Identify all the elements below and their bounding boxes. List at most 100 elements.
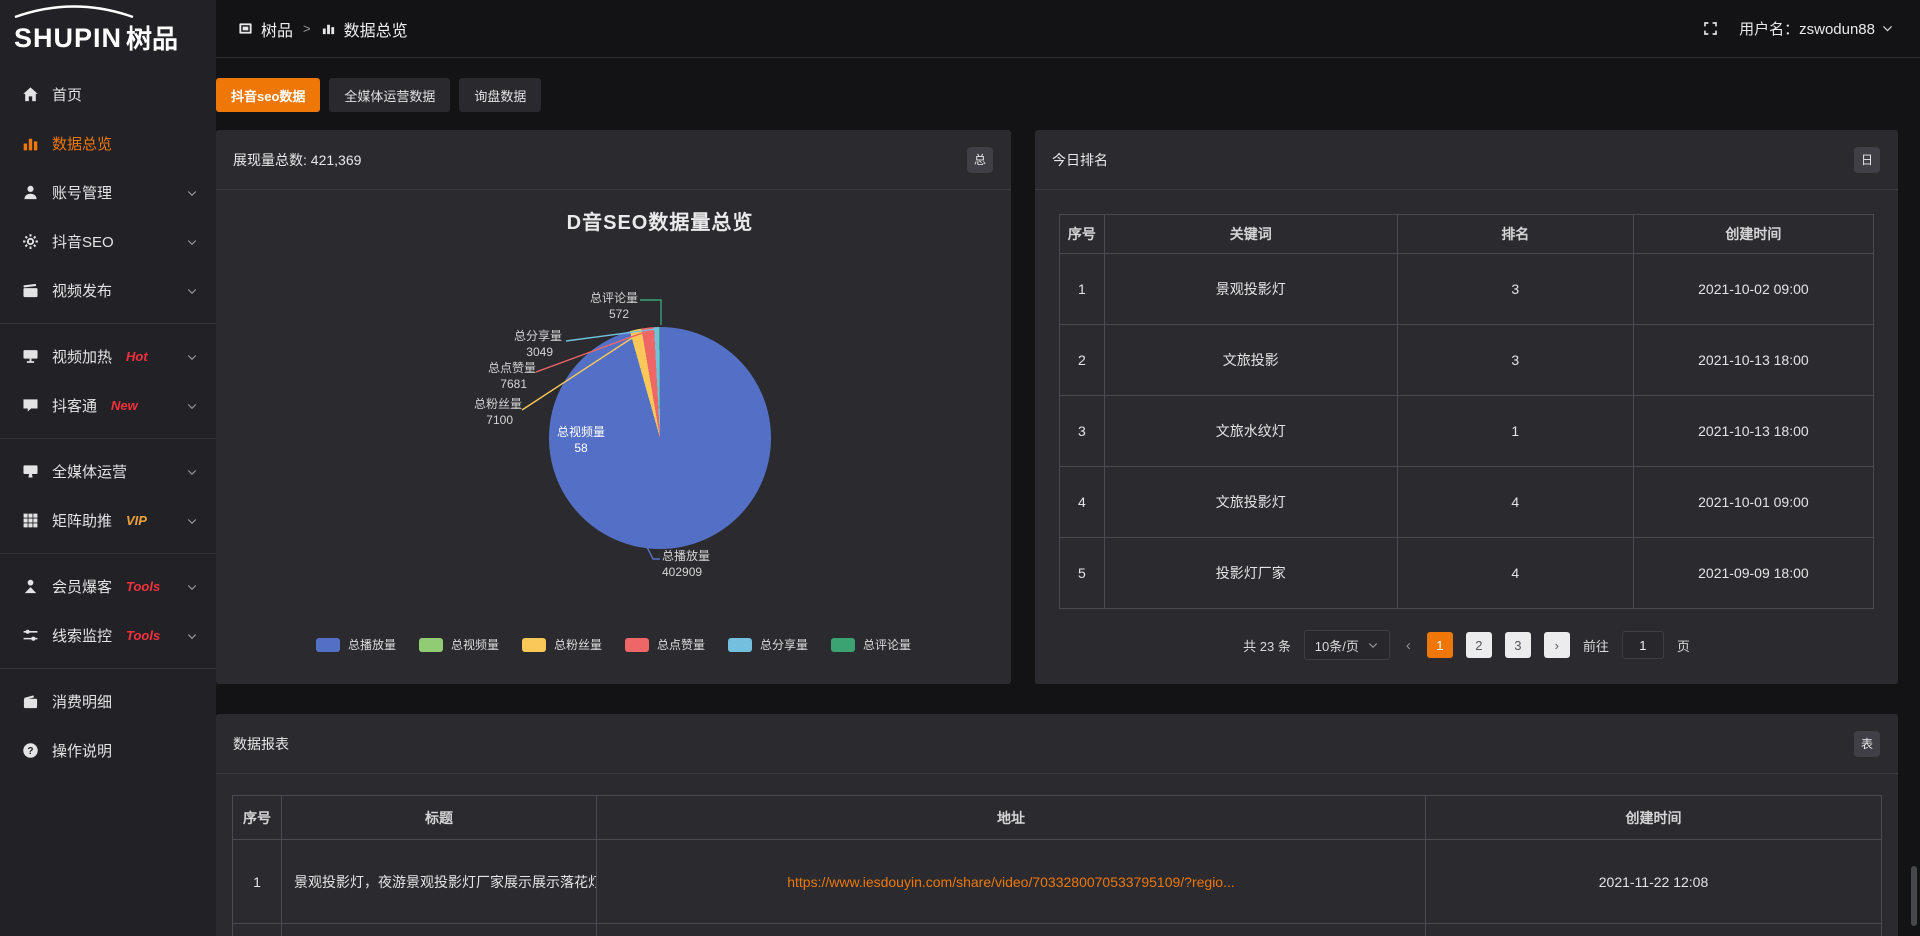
sidebar-item-label: 视频加热 <box>52 346 112 367</box>
main-content: 抖音seo数据 全媒体运营数据 询盘数据 展现量总数: 421,369 总 D音… <box>216 58 1920 936</box>
table-row[interactable]: 1 景观投影灯，夜游景观投影灯厂家展示展示落花灯在花园里的灯光投影应用效果 # … <box>233 840 1882 924</box>
question-icon: ? <box>22 742 39 759</box>
sidebar-item-spend-detail[interactable]: 消费明细 <box>0 677 216 726</box>
goto-suffix: 页 <box>1677 636 1690 655</box>
pagination-total: 共 23 条 <box>1243 636 1291 655</box>
tab-inquiry-data[interactable]: 询盘数据 <box>459 78 541 112</box>
user-menu[interactable]: 用户名：zswodun88 <box>1739 18 1894 39</box>
breadcrumb: 树品 > 数据总览 <box>238 17 408 41</box>
goto-page-input[interactable] <box>1622 631 1664 659</box>
table-row[interactable]: 3文旅水纹灯12021-10-13 18:00 <box>1060 396 1874 467</box>
page-button-1[interactable]: 1 <box>1427 632 1453 658</box>
legend-item-videos[interactable]: 总视频量 <box>419 636 499 653</box>
chevron-down-icon <box>186 400 198 412</box>
breadcrumb-item-root[interactable]: 树品 <box>261 17 293 41</box>
legend-item-comments[interactable]: 总评论量 <box>831 636 911 653</box>
scrollbar-thumb[interactable] <box>1911 866 1917 926</box>
sidebar-item-label: 全媒体运营 <box>52 461 127 482</box>
legend-swatch <box>625 638 649 652</box>
sidebar-item-label: 首页 <box>52 84 82 105</box>
logo-arc <box>10 5 138 18</box>
table-row[interactable]: 2文旅投影32021-10-13 18:00 <box>1060 325 1874 396</box>
table-row[interactable]: 1景观投影灯32021-10-02 09:00 <box>1060 254 1874 325</box>
data-tabs: 抖音seo数据 全媒体运营数据 询盘数据 <box>216 78 1898 112</box>
chevron-down-icon <box>1881 22 1894 35</box>
chevron-down-icon <box>186 581 198 593</box>
new-badge: New <box>111 398 138 413</box>
pagination: 共 23 条 10条/页 ‹ 1 2 3 › 前往 页 <box>1035 630 1898 660</box>
chevron-down-icon <box>186 351 198 363</box>
table-badge-button[interactable]: 表 <box>1854 731 1880 757</box>
table-row[interactable]: 5投影灯厂家42021-09-09 18:00 <box>1060 538 1874 609</box>
username-label: 用户名：zswodun88 <box>1739 18 1875 39</box>
svg-text:?: ? <box>27 746 33 757</box>
ranking-table: 序号 关键词 排名 创建时间 1景观投影灯32021-10-02 09:00 2… <box>1059 214 1874 609</box>
table-row[interactable]: 4文旅投影灯42021-10-01 09:00 <box>1060 467 1874 538</box>
chart-legend: 总播放量 总视频量 总粉丝量 总点赞量 总分享量 总评论量 <box>216 636 1011 653</box>
gear-icon <box>22 233 39 250</box>
sidebar-item-video-publish[interactable]: 视频发布 <box>0 266 216 315</box>
screen-icon <box>22 348 39 365</box>
fullscreen-icon[interactable] <box>1702 20 1719 37</box>
legend-item-likes[interactable]: 总点赞量 <box>625 636 705 653</box>
sidebar-item-video-heat[interactable]: 视频加热 Hot <box>0 332 216 381</box>
data-report-panel: 数据报表 表 序号 标题 地址 创建时间 1 景观投影灯，夜游景观投影灯厂家展示… <box>216 714 1898 936</box>
sidebar-item-home[interactable]: 首页 <box>0 70 216 119</box>
page-button-3[interactable]: 3 <box>1505 632 1531 658</box>
sidebar-item-douyin-seo[interactable]: 抖音SEO <box>0 217 216 266</box>
chevron-down-icon <box>186 285 198 297</box>
page-size-select[interactable]: 10条/页 <box>1304 630 1390 660</box>
video-link[interactable]: https://www.iesdouyin.com/share/video/70… <box>597 840 1426 924</box>
pie-label-lines <box>216 190 1011 683</box>
sidebar-item-lead-monitor[interactable]: 线索监控 Tools <box>0 611 216 660</box>
app-logo[interactable]: SHUPIN 树品 <box>0 0 216 58</box>
sidebar-item-member-burst[interactable]: 会员爆客 Tools <box>0 562 216 611</box>
day-badge-button[interactable]: 日 <box>1854 147 1880 173</box>
legend-swatch <box>522 638 546 652</box>
impressions-panel: 展现量总数: 421,369 总 D音SEO数据量总览 总评论量 572 <box>216 130 1011 684</box>
bar-chart-icon <box>22 135 39 152</box>
sidebar-item-matrix-boost[interactable]: 矩阵助推 VIP <box>0 496 216 545</box>
top-header: 树品 > 数据总览 用户名：zswodun88 <box>216 0 1920 58</box>
next-page-button[interactable]: › <box>1544 632 1570 658</box>
tab-douyin-seo-data[interactable]: 抖音seo数据 <box>216 78 320 112</box>
sidebar-item-data-overview[interactable]: 数据总览 <box>0 119 216 168</box>
logo-text-cn: 树品 <box>126 26 178 52</box>
chat-bubble-icon <box>22 397 39 414</box>
legend-item-fans[interactable]: 总粉丝量 <box>522 636 602 653</box>
legend-item-plays[interactable]: 总播放量 <box>316 636 396 653</box>
sidebar-item-label: 会员爆客 <box>52 576 112 597</box>
sidebar-divider <box>0 668 216 669</box>
tab-omni-media-data[interactable]: 全媒体运营数据 <box>329 78 450 112</box>
page-button-2[interactable]: 2 <box>1466 632 1492 658</box>
chevron-down-icon <box>186 466 198 478</box>
sidebar-item-account[interactable]: 账号管理 <box>0 168 216 217</box>
app-square-icon <box>238 21 253 36</box>
report-table-header: 序号 标题 地址 创建时间 <box>233 796 1882 840</box>
sliders-icon <box>22 627 39 644</box>
user-icon <box>22 184 39 201</box>
pie-label-likes: 总点赞量 7681 <box>436 361 536 392</box>
sidebar-item-doketong[interactable]: 抖客通 New <box>0 381 216 430</box>
sidebar-item-omni-media[interactable]: 全媒体运营 <box>0 447 216 496</box>
pie-label-fans: 总粉丝量 7100 <box>422 397 522 428</box>
sidebar-item-help[interactable]: ? 操作说明 <box>0 726 216 775</box>
sidebar-divider <box>0 323 216 324</box>
breadcrumb-separator: > <box>303 21 311 36</box>
bar-chart-icon <box>321 21 336 36</box>
logo-text-en: SHUPIN <box>14 25 122 52</box>
legend-item-shares[interactable]: 总分享量 <box>728 636 808 653</box>
sidebar-item-label: 视频发布 <box>52 280 112 301</box>
ranking-table-header: 序号 关键词 排名 创建时间 <box>1060 215 1874 254</box>
goto-label: 前往 <box>1583 636 1609 655</box>
chevron-down-icon <box>186 515 198 527</box>
table-row <box>233 924 1882 936</box>
sidebar-item-label: 线索监控 <box>52 625 112 646</box>
vip-badge: VIP <box>126 513 147 528</box>
sidebar-item-label: 矩阵助推 <box>52 510 112 531</box>
prev-page-button[interactable]: ‹ <box>1403 637 1414 654</box>
topbar-right: 用户名：zswodun88 <box>1702 18 1894 39</box>
breadcrumb-item-current: 数据总览 <box>344 17 408 41</box>
total-badge-button[interactable]: 总 <box>967 147 993 173</box>
home-icon <box>22 86 39 103</box>
